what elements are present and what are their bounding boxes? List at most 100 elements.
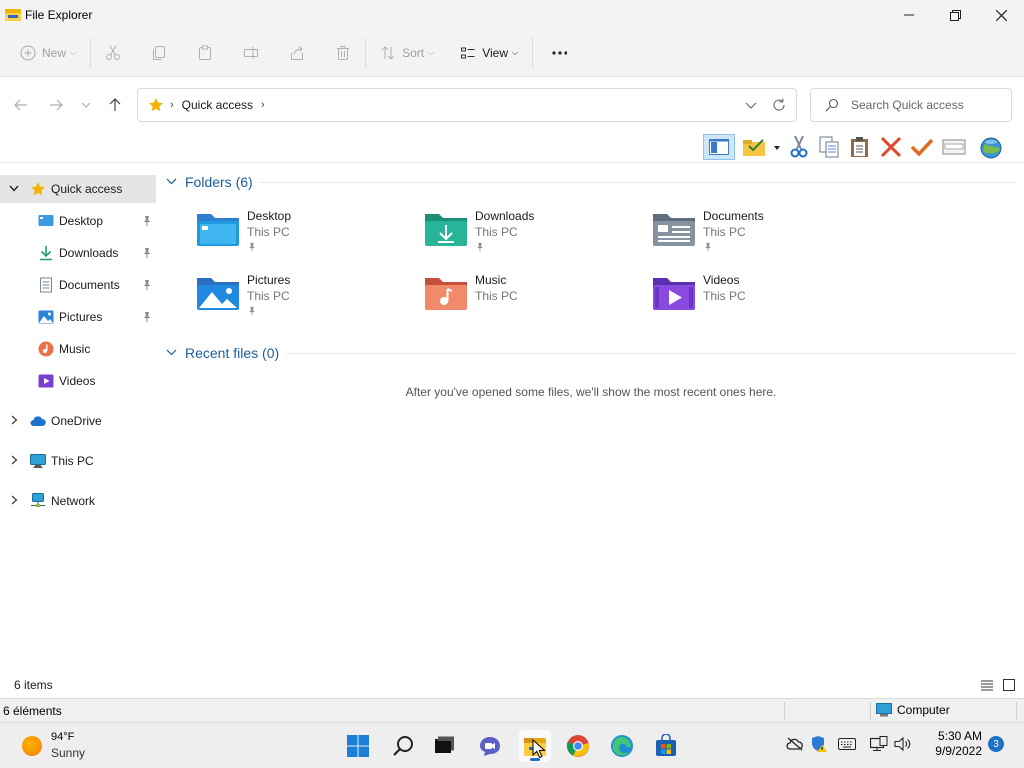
folder-tile-pictures[interactable]: Pictures This PC (196, 273, 416, 327)
weather-widget[interactable]: 94°F Sunny (20, 730, 110, 762)
volume-tray-icon[interactable] (894, 735, 912, 753)
more-options-button[interactable] (543, 37, 575, 69)
sidebar-item-pictures[interactable]: Pictures (0, 303, 156, 331)
paste-button[interactable] (189, 37, 221, 69)
chevron-right-icon[interactable] (9, 495, 19, 508)
address-bar[interactable]: › Quick access › (137, 88, 797, 122)
view-icon (460, 45, 476, 61)
chevron-down-icon[interactable] (9, 184, 19, 195)
sidebar-item-label: This PC (51, 454, 94, 468)
pin-icon (143, 216, 151, 226)
pictures-icon (38, 310, 54, 324)
legacy-paste-button[interactable] (845, 134, 875, 160)
task-view-button[interactable] (428, 730, 460, 762)
details-pane-button[interactable] (703, 134, 735, 160)
start-button[interactable] (342, 730, 374, 762)
legacy-cut-button[interactable] (785, 134, 813, 160)
new-button[interactable]: New ⌵ (12, 37, 84, 69)
security-warning-tray-icon[interactable] (810, 735, 828, 753)
folder-check-icon (743, 139, 780, 156)
details-view-icon[interactable] (980, 678, 994, 692)
legacy-properties-button[interactable] (937, 134, 971, 160)
network-icon (31, 493, 45, 507)
legacy-accept-button[interactable] (907, 134, 937, 160)
music-folder-icon (425, 278, 467, 310)
sidebar-item-documents[interactable]: Documents (0, 271, 156, 299)
star-icon (31, 182, 45, 196)
divider (784, 702, 785, 720)
forward-button[interactable] (45, 95, 67, 115)
pin-icon (477, 242, 483, 252)
share-button[interactable] (281, 37, 313, 69)
close-button[interactable] (978, 0, 1024, 30)
sidebar-item-onedrive[interactable]: OneDrive (0, 407, 156, 435)
keyboard-tray-icon[interactable] (838, 735, 856, 753)
sidebar-item-network[interactable]: Network (0, 487, 156, 515)
chat-button[interactable] (474, 730, 506, 762)
restore-icon (949, 9, 961, 21)
sort-button[interactable]: Sort ⌵ (372, 37, 442, 69)
back-button[interactable] (10, 95, 32, 115)
folder-tile-desktop[interactable]: Desktop This PC (196, 209, 416, 263)
back-arrow-icon (14, 99, 27, 111)
sidebar-item-quick-access[interactable]: Quick access (0, 175, 156, 203)
copy-button[interactable] (143, 37, 175, 69)
network-tray-icon[interactable] (870, 735, 888, 753)
search-input[interactable] (851, 98, 1011, 112)
sidebar-item-this-pc[interactable]: This PC (0, 447, 156, 475)
address-dropdown-icon[interactable] (744, 98, 758, 112)
computer-icon (876, 703, 892, 717)
chevron-down-icon: ⌵ (70, 48, 77, 57)
notification-badge[interactable]: 3 (988, 736, 1004, 752)
view-button[interactable]: View ⌵ (452, 37, 526, 69)
sidebar-item-label: Network (51, 494, 96, 508)
folder-name: Pictures (247, 273, 291, 287)
up-button[interactable] (104, 95, 126, 115)
onedrive-offline-tray-icon[interactable] (786, 735, 804, 753)
search-button[interactable] (387, 730, 419, 762)
edge-button[interactable] (606, 730, 638, 762)
navigation-pane: Quick access Desktop Downloads Documents… (0, 162, 158, 670)
store-button[interactable] (650, 730, 682, 762)
chevron-right-icon[interactable] (9, 415, 19, 428)
sidebar-item-music[interactable]: Music (0, 335, 156, 363)
recent-files-group-header[interactable]: Recent files (0) (166, 342, 279, 364)
breadcrumb-quick-access[interactable]: Quick access (182, 98, 253, 112)
recent-locations-button[interactable] (75, 95, 97, 115)
minimize-button[interactable] (886, 0, 932, 30)
legacy-delete-button[interactable] (875, 134, 907, 160)
legacy-copy-button[interactable] (813, 134, 845, 160)
chevron-right-icon[interactable] (9, 455, 19, 468)
refresh-icon[interactable] (771, 97, 787, 113)
sidebar-item-downloads[interactable]: Downloads (0, 239, 156, 267)
restore-button[interactable] (932, 0, 978, 30)
folders-group-header[interactable]: Folders (6) (166, 171, 253, 193)
folder-tile-videos[interactable]: Videos This PC (652, 273, 872, 327)
search-icon (825, 98, 839, 112)
sidebar-item-desktop[interactable]: Desktop (0, 207, 156, 235)
search-box[interactable] (810, 88, 1012, 122)
chrome-button[interactable] (562, 730, 594, 762)
breadcrumb-separator-icon[interactable]: › (261, 99, 265, 111)
store-icon (656, 734, 676, 756)
minimize-icon (904, 14, 914, 16)
paste-icon (851, 137, 868, 157)
globe-icon (980, 137, 1002, 159)
folder-name: Downloads (475, 209, 535, 223)
large-icons-view-icon[interactable] (1002, 678, 1016, 692)
cut-button[interactable] (97, 37, 129, 69)
system-clock[interactable]: 5:30 AM 9/9/2022 (922, 729, 982, 759)
legacy-globe-button[interactable] (973, 134, 1009, 160)
clock-time: 5:30 AM (937, 729, 982, 743)
documents-folder-icon (653, 214, 695, 246)
close-icon (995, 9, 1007, 21)
delete-button[interactable] (327, 37, 359, 69)
folder-tile-documents[interactable]: Documents This PC (652, 209, 872, 263)
folder-tile-music[interactable]: Music This PC (424, 273, 644, 327)
sidebar-item-videos[interactable]: Videos (0, 367, 156, 395)
pin-icon (249, 242, 255, 252)
select-folder-button[interactable] (741, 134, 783, 160)
rename-button[interactable] (235, 37, 267, 69)
folder-tile-downloads[interactable]: Downloads This PC (424, 209, 644, 263)
content-pane: Folders (6) Desktop This PC Downloads Th… (158, 162, 1024, 670)
